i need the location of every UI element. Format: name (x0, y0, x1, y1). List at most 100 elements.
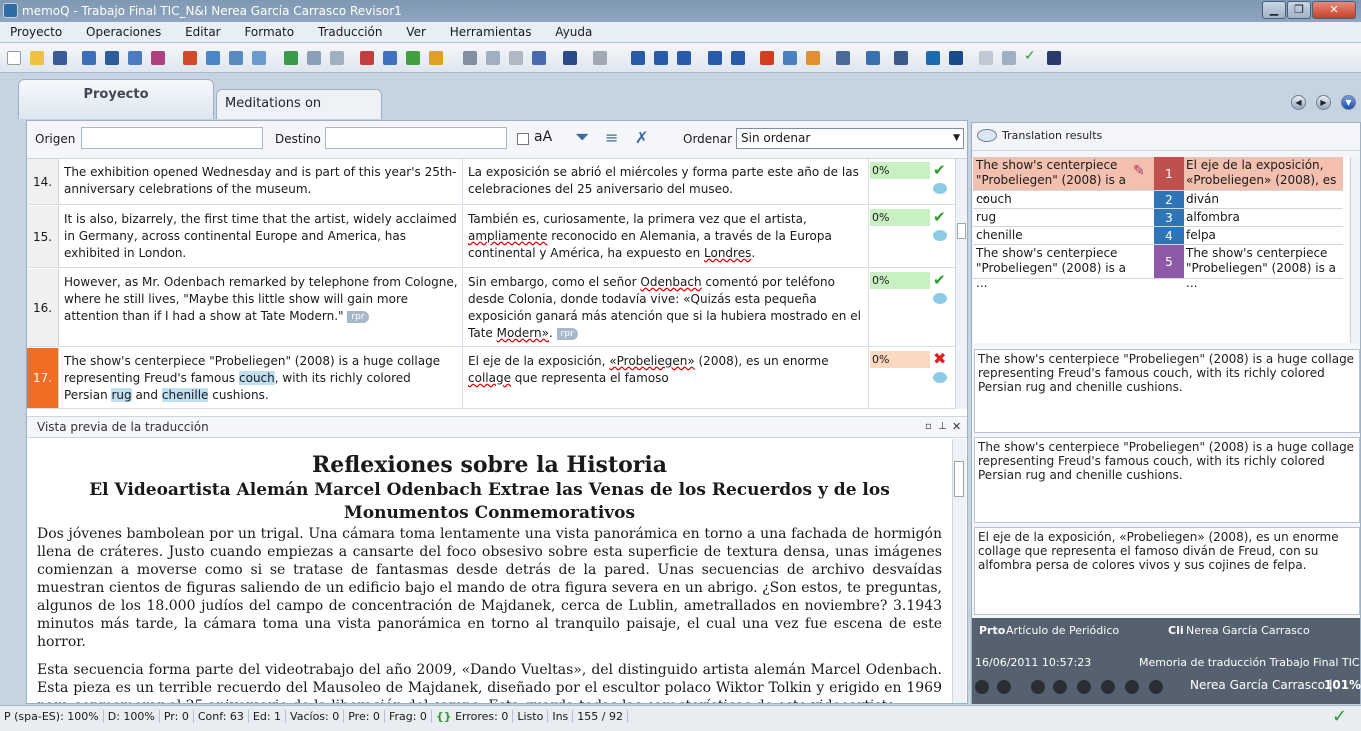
result-nav-icon[interactable] (1031, 680, 1045, 694)
nav-back-icon[interactable]: ◀ (1291, 95, 1306, 110)
next-result-icon[interactable] (997, 680, 1011, 694)
new-icon[interactable] (7, 51, 21, 65)
term-highlight[interactable]: couch (239, 371, 275, 385)
confirm-icon[interactable]: ✓ (1024, 49, 1038, 63)
undo-icon[interactable] (563, 51, 577, 65)
analysis-icon[interactable] (206, 51, 220, 65)
target-cell[interactable]: La exposición se abrió el miércoles y fo… (464, 159, 869, 204)
paste-icon[interactable] (509, 51, 523, 65)
result-nav-icon[interactable] (1101, 680, 1115, 694)
destino-filter-input[interactable] (325, 127, 507, 149)
close-button[interactable]: ✕ (1312, 1, 1356, 19)
clear-filter-icon[interactable]: ✗ (635, 129, 655, 149)
minimize-button[interactable]: ▁ (1262, 1, 1286, 19)
lqa-icon[interactable] (806, 51, 820, 65)
comment-icon[interactable] (933, 293, 947, 304)
result-row[interactable]: rug 3 alfombra (973, 209, 1343, 227)
copy-source-icon[interactable] (979, 51, 993, 65)
auto-translate-icon[interactable] (949, 51, 963, 65)
grid-scroll-thumb[interactable] (957, 223, 966, 239)
table-row[interactable]: 16. However, as Mr. Odenbach remarked by… (27, 269, 955, 347)
result-nav-icon[interactable] (1125, 680, 1139, 694)
preview-scroll-thumb[interactable] (954, 461, 964, 497)
tm-icon[interactable] (360, 51, 374, 65)
clear-target-icon[interactable] (1002, 51, 1016, 65)
add-term-icon[interactable] (406, 51, 420, 65)
cut-icon[interactable] (463, 51, 477, 65)
nav-menu-icon[interactable]: ▼ (1341, 95, 1356, 110)
comment-icon[interactable] (933, 230, 947, 241)
concordance-icon[interactable] (866, 51, 880, 65)
result-nav-icon[interactable] (1077, 680, 1091, 694)
edit-doc-icon[interactable] (229, 51, 243, 65)
result-nav-icon[interactable] (1053, 680, 1067, 694)
ordenar-select[interactable]: Sin ordenar ▼ (736, 128, 964, 149)
save-icon[interactable] (53, 51, 67, 65)
tab-meditations-on-history[interactable]: Meditations on History✕ (216, 89, 382, 139)
lookup-icon[interactable] (926, 51, 940, 65)
restore-pane-icon[interactable]: ▫ (925, 417, 932, 437)
table-row-current[interactable]: 17. The show's centerpiece "Probeliegen"… (27, 348, 955, 409)
inline-tag[interactable]: rpr (347, 310, 369, 323)
filter-doc-icon[interactable] (783, 51, 797, 65)
bold-icon[interactable] (631, 51, 645, 65)
print-icon[interactable] (284, 51, 298, 65)
qa-icon[interactable] (760, 51, 774, 65)
pin-icon[interactable]: ⊥ (938, 417, 947, 437)
menu-proyecto[interactable]: Proyecto (0, 22, 72, 43)
term-highlight[interactable]: chenille (161, 388, 209, 402)
view-icon[interactable] (836, 51, 850, 65)
inline-tag[interactable]: rpr (556, 327, 578, 340)
term-highlight[interactable]: rug (111, 388, 132, 402)
prev-result-icon[interactable] (975, 680, 989, 694)
open-folder-icon[interactable] (30, 51, 44, 65)
quick-add-icon[interactable] (429, 51, 443, 65)
origen-filter-input[interactable] (81, 127, 263, 149)
tb-icon[interactable] (383, 51, 397, 65)
nav-forward-icon[interactable]: ▶ (1316, 95, 1331, 110)
format-icon[interactable] (532, 51, 546, 65)
menu-formato[interactable]: Formato (234, 22, 304, 43)
close-pane-icon[interactable]: ✕ (952, 417, 961, 437)
results-scrollbar[interactable] (1350, 157, 1360, 343)
target-cell[interactable]: Sin embargo, como el señor Odenbach come… (464, 269, 869, 346)
italic-icon[interactable] (654, 51, 668, 65)
target-cell[interactable]: También es, curiosamente, la primera vez… (464, 206, 869, 267)
menu-herramientas[interactable]: Herramientas (440, 22, 542, 43)
result-row[interactable]: The show's centerpiece "Probeliegen" (20… (973, 245, 1343, 290)
target-cell-active[interactable]: El eje de la exposición, «Probeliegen» (… (464, 348, 869, 408)
grid-scrollbar[interactable] (955, 159, 967, 409)
refresh-icon[interactable] (307, 51, 321, 65)
export-icon[interactable] (151, 51, 165, 65)
filter-sort-icon[interactable]: ≡ (605, 129, 625, 149)
underline-icon[interactable] (677, 51, 691, 65)
menu-ver[interactable]: Ver (396, 22, 436, 43)
menu-operaciones[interactable]: Operaciones (76, 22, 171, 43)
sort-icon[interactable] (105, 51, 119, 65)
insert-tag-icon[interactable] (731, 51, 745, 65)
filter-funnel-icon[interactable]: ⏷ (575, 129, 595, 149)
review-icon[interactable] (252, 51, 266, 65)
maximize-button[interactable]: ❐ (1287, 1, 1311, 19)
result-row[interactable]: couch 2 diván (973, 191, 1343, 209)
copy-icon[interactable] (486, 51, 500, 65)
statistics-icon[interactable] (183, 51, 197, 65)
table-row[interactable]: 15. It is also, bizarrely, the first tim… (27, 206, 955, 268)
comment-icon[interactable] (933, 183, 947, 194)
menu-traduccion[interactable]: Traducción (308, 22, 393, 43)
result-row[interactable]: The show's centerpiece "Probeliegen" (20… (973, 157, 1343, 202)
table-row[interactable]: 14. The exhibition opened Wednesday and … (27, 159, 955, 205)
tag-icon[interactable] (708, 51, 722, 65)
redo-icon[interactable] (593, 51, 607, 65)
result-nav-icon[interactable] (1149, 680, 1163, 694)
settings-doc-icon[interactable] (330, 51, 344, 65)
menu-ayuda[interactable]: Ayuda (545, 22, 602, 43)
structure-icon[interactable] (128, 51, 142, 65)
import-icon[interactable] (82, 51, 96, 65)
case-sensitive-checkbox[interactable] (517, 133, 529, 145)
lock-icon[interactable] (1047, 51, 1061, 65)
split-icon[interactable] (894, 51, 908, 65)
menu-editar[interactable]: Editar (175, 22, 231, 43)
result-row[interactable]: chenille 4 felpa (973, 227, 1343, 245)
comment-icon[interactable] (933, 372, 947, 383)
